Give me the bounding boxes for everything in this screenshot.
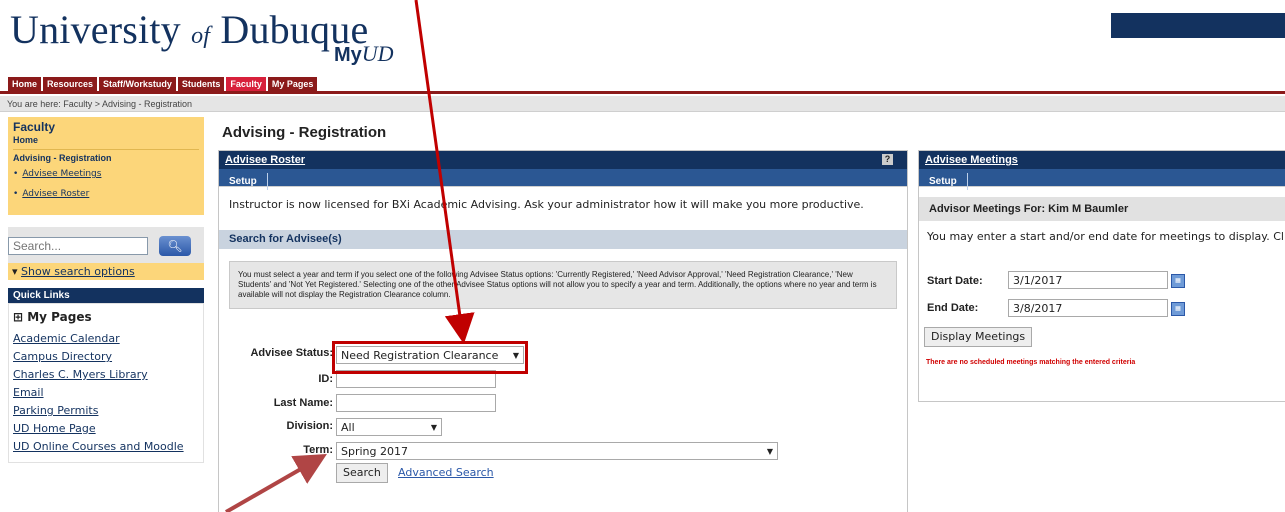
calendar-icon[interactable]: ▦ [1171,274,1185,288]
info-box: You must select a year and term if you s… [229,261,897,309]
search-button[interactable]: 🔍︎ [159,236,191,256]
advisee-status-label: Advisee Status: [250,347,333,359]
link-ud-home-page[interactable]: UD Home Page [13,422,199,435]
tab-my-pages[interactable]: My Pages [267,77,318,91]
meetings-tabs: Setup [919,169,1285,190]
display-meetings-button[interactable]: Display Meetings [924,327,1033,347]
show-search-options: ▾ Show search options [8,263,204,280]
sidebar-item-advisee-roster: Advisee Roster [13,189,199,199]
end-date-input[interactable]: 3/8/2017 [1008,299,1168,317]
last-name-label: Last Name: [273,397,333,409]
link-academic-calendar[interactable]: Academic Calendar [13,332,199,345]
triangle-down-icon: ▾ [12,265,18,278]
myud-ud: UD [361,41,394,66]
help-icon[interactable]: ? [882,154,893,165]
tab-students[interactable]: Students [177,77,225,91]
link-campus-directory[interactable]: Campus Directory [13,350,199,363]
myud-my: My [334,44,362,66]
id-label: ID: [318,373,333,385]
sidebar-sublist: Advisee Meetings Advisee Roster [13,169,199,199]
division-value: All [341,421,355,434]
tab-staff-workstudy[interactable]: Staff/Workstudy [99,77,176,91]
start-date-label: Start Date: [927,275,983,287]
term-label: Term: [303,444,333,456]
roster-tabs: Setup [219,169,907,190]
term-select[interactable]: Spring 2017 ▼ [336,442,778,460]
header-bar [1111,13,1285,38]
roster-header: Advisee Roster ? [219,151,907,169]
sidebar-item-advisee-meetings: Advisee Meetings [13,169,199,179]
logo-text-of: of [191,23,211,49]
search-input[interactable] [8,237,148,255]
term-row: Term: [208,444,333,464]
id-row: ID: [208,373,333,393]
sidebar-item-advising-registration[interactable]: Advising - Registration [13,149,199,163]
logo-text-university: University [10,7,181,52]
division-select[interactable]: All ▼ [336,418,442,436]
meetings-header: Advisee Meetings [919,151,1285,169]
advisee-roster-link[interactable]: Advisee Roster [22,189,89,199]
university-logo: University of Dubuque [10,6,368,53]
myud-logo: MyUD [334,41,394,67]
advisee-meetings-link[interactable]: Advisee Meetings [22,169,101,179]
roster-title-link[interactable]: Advisee Roster [225,154,305,166]
advisor-meetings-heading: Advisor Meetings For: Kim M Baumler [919,197,1285,221]
main-nav: Home Resources Staff/Workstudy Students … [8,77,319,91]
tab-home[interactable]: Home [8,77,42,91]
quick-links-list: ⊞ My Pages Academic Calendar Campus Dire… [8,303,204,463]
search-advisee-button[interactable]: Search [336,463,388,483]
quick-links-title: Quick Links [8,288,204,303]
status-highlight-box [332,341,528,374]
faculty-menu: Faculty Home Advising - Registration Adv… [8,117,204,215]
calendar-icon[interactable]: ▦ [1171,302,1185,316]
advisee-status-row: Advisee Status: [208,347,333,367]
search-icon: 🔍︎ [167,239,183,253]
link-library[interactable]: Charles C. Myers Library [13,368,199,381]
last-name-row: Last Name: [208,397,333,417]
site-search: 🔍︎ [8,227,204,263]
search-advisee-heading: Search for Advisee(s) [219,230,907,249]
meetings-message: You may enter a start and/or end date fo… [927,230,1285,243]
page-title: Advising - Registration [222,124,387,141]
division-label: Division: [286,420,333,432]
license-message: Instructor is now licensed for BXi Acade… [229,198,864,211]
chevron-down-icon: ▼ [766,447,773,456]
tab-setup-roster[interactable]: Setup [219,173,268,190]
link-parking-permits[interactable]: Parking Permits [13,404,199,417]
left-sidebar: Faculty Home Advising - Registration Adv… [8,117,204,463]
term-value: Spring 2017 [341,445,408,458]
my-pages-toggle[interactable]: ⊞ My Pages [13,310,199,324]
tab-resources[interactable]: Resources [43,77,98,91]
meetings-title-link[interactable]: Advisee Meetings [925,154,1018,166]
breadcrumb: You are here: Faculty > Advising - Regis… [0,96,1285,112]
faculty-title[interactable]: Faculty [13,120,199,134]
start-date-input[interactable]: 3/1/2017 [1008,271,1168,289]
link-email[interactable]: Email [13,386,199,399]
division-row: Division: [208,420,333,440]
tab-setup-meetings[interactable]: Setup [919,173,968,190]
tab-faculty[interactable]: Faculty [226,77,266,91]
chevron-down-icon: ▼ [430,423,437,432]
end-date-label: End Date: [927,302,979,314]
last-name-input[interactable] [336,394,496,412]
advanced-search-link[interactable]: Advanced Search [398,466,494,479]
link-ud-online-courses[interactable]: UD Online Courses and Moodle [13,440,199,453]
show-search-options-link[interactable]: Show search options [21,265,135,278]
no-meetings-message: There are no scheduled meetings matching… [926,359,1136,366]
sidebar-item-home[interactable]: Home [13,135,199,145]
nav-underline [0,91,1285,94]
